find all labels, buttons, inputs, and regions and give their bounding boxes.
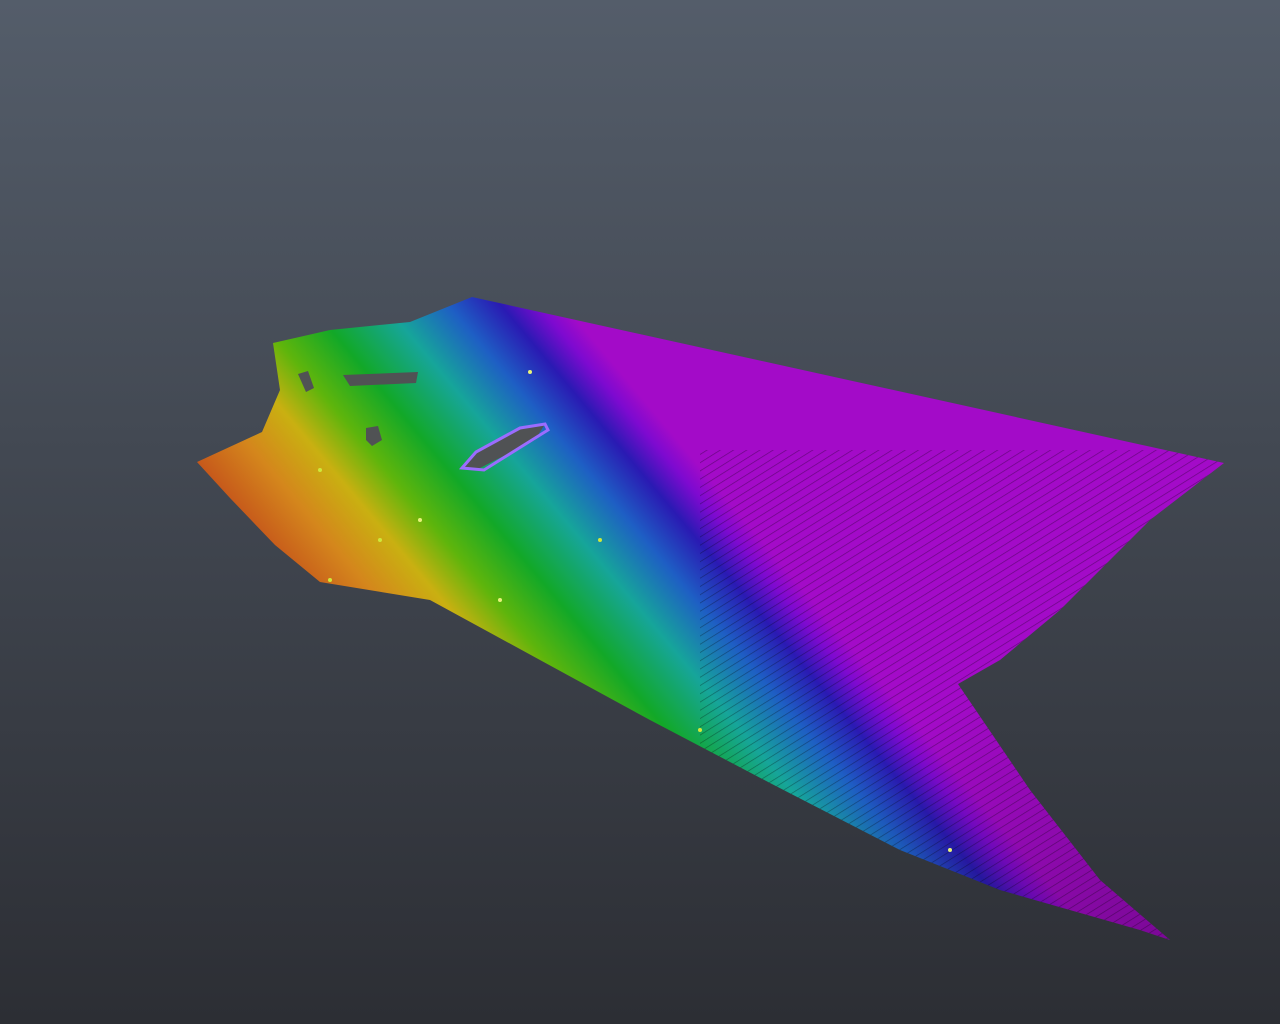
noise-point: [498, 598, 502, 602]
noise-point: [528, 370, 532, 374]
noise-point: [328, 578, 332, 582]
noise-point: [418, 518, 422, 522]
noise-point: [948, 848, 952, 852]
3d-viewport[interactable]: [0, 0, 1280, 1024]
noise-point: [378, 538, 382, 542]
noise-point: [598, 538, 602, 542]
noise-point: [318, 468, 322, 472]
noise-point: [698, 728, 702, 732]
